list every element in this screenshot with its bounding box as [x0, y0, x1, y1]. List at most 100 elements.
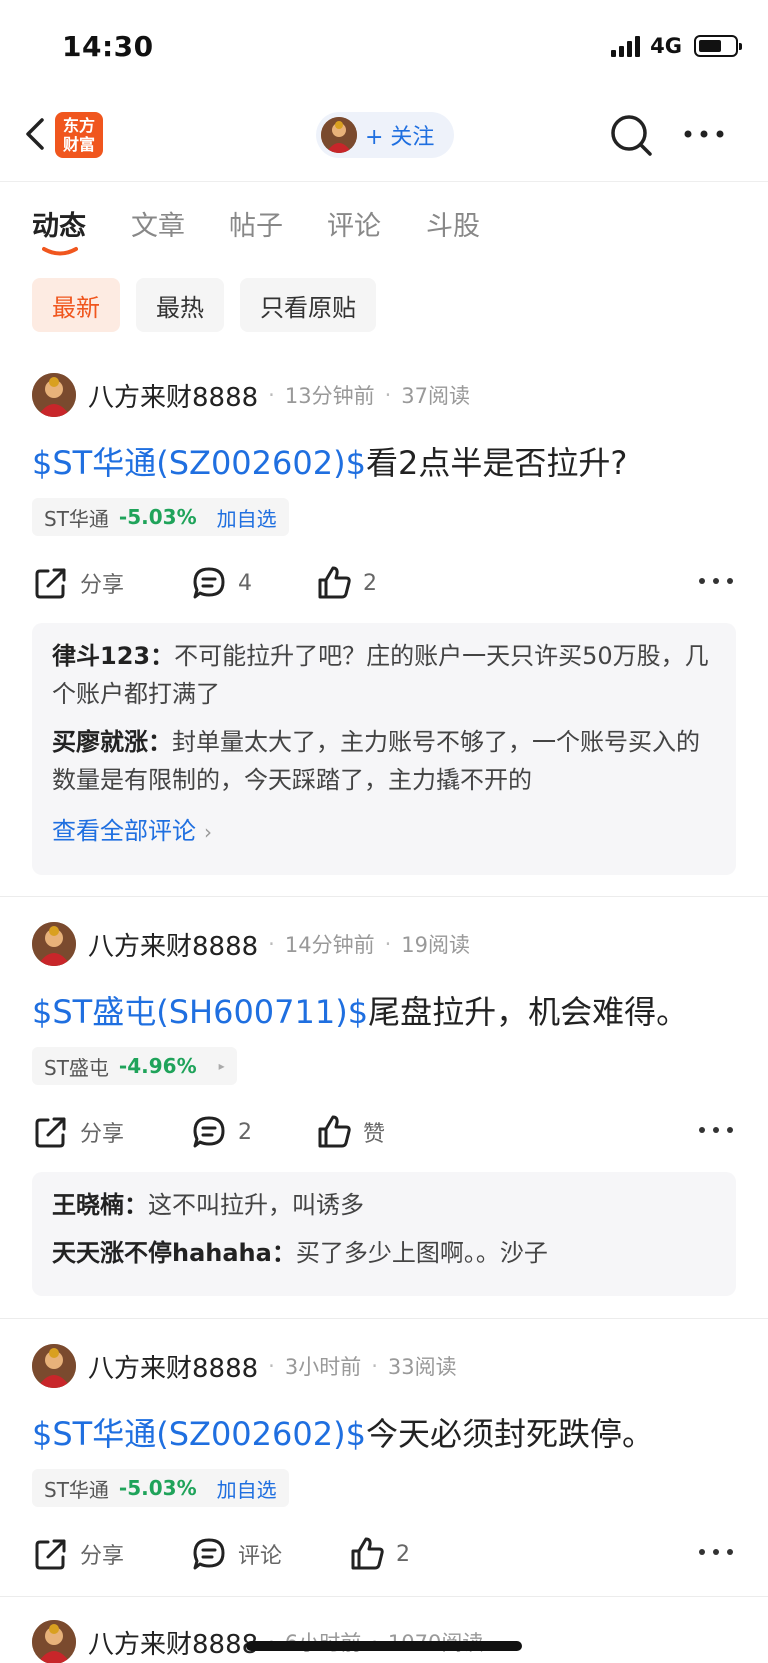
add-watchlist-button[interactable]: 加自选	[217, 1474, 277, 1503]
chevron-right-icon: ›	[204, 820, 212, 844]
stock-tag-link[interactable]: $ST华通(SZ002602)$	[32, 444, 366, 482]
like-count: 2	[363, 570, 377, 596]
share-icon	[35, 1117, 66, 1148]
comment-button[interactable]: 2	[190, 1110, 252, 1154]
status-icons: 4G	[611, 34, 742, 58]
comment-item[interactable]: 买廖就涨：封单量太大了，主力账号不够了，一个账号买入的数量是有限制的，今天踩踏了…	[52, 723, 716, 799]
avatar[interactable]	[32, 373, 76, 417]
signal-icon	[611, 35, 641, 57]
comment-button[interactable]: 评论	[190, 1532, 282, 1576]
author-name[interactable]: 八方来财8888	[88, 1348, 258, 1385]
author-name[interactable]: 八方来财8888	[88, 926, 258, 963]
like-button[interactable]: 2	[348, 1532, 410, 1576]
view-all-comments-link[interactable]: 查看全部评论 ›	[52, 811, 716, 846]
stock-quote-chip[interactable]: ST华通 -5.03% 加自选	[32, 498, 289, 536]
tab-tiezi[interactable]: 帖子	[229, 204, 283, 243]
share-icon	[35, 1539, 66, 1570]
share-label: 分享	[80, 1544, 125, 1569]
post-title[interactable]: $ST华通(SZ002602)$看2点半是否拉升?	[32, 438, 627, 484]
back-arrow-icon[interactable]	[18, 114, 58, 154]
thumbs-up-icon	[318, 1115, 351, 1148]
post-title-text: 今天必须封死跌停。	[365, 1415, 654, 1453]
follow-button[interactable]: + 关注	[316, 112, 454, 158]
comment-text: 这不叫拉升，叫诱多	[148, 1191, 364, 1219]
post-actions: 分享 4 2	[32, 561, 736, 605]
quote-change: -5.03%	[118, 505, 197, 529]
play-arrow-icon[interactable]: ▸	[219, 1059, 225, 1073]
comment-item[interactable]: 王晓楠：这不叫拉升，叫诱多	[52, 1186, 716, 1224]
post-time: 14分钟前	[284, 933, 375, 957]
battery-icon	[694, 35, 742, 57]
stock-tag-link[interactable]: $ST盛屯(SH600711)$	[32, 993, 368, 1031]
post-title[interactable]: $ST华通(SZ002602)$今天必须封死跌停。	[32, 1409, 654, 1455]
share-icon	[35, 568, 66, 599]
app-logo: 东方 财富	[55, 112, 103, 158]
post-actions: 分享 评论 2	[32, 1532, 736, 1576]
user-avatar	[321, 117, 357, 153]
tab-pinglun[interactable]: 评论	[327, 204, 381, 243]
stock-tag-link[interactable]: $ST华通(SZ002602)$	[32, 1415, 366, 1453]
comment-icon	[193, 1116, 225, 1148]
share-button[interactable]: 分享	[32, 561, 124, 605]
post-more-icon[interactable]	[696, 571, 736, 591]
avatar[interactable]	[32, 1344, 76, 1388]
post-title-text: 尾盘拉升，机会难得。	[368, 993, 689, 1031]
avatar[interactable]	[32, 922, 76, 966]
post-title[interactable]: $ST盛屯(SH600711)$尾盘拉升，机会难得。	[32, 987, 688, 1033]
comment-button[interactable]: 4	[190, 561, 252, 605]
post-author-row[interactable]: 八方来财8888 · 3小时前 · 33阅读	[32, 1344, 457, 1388]
post-more-icon[interactable]	[696, 1120, 736, 1140]
comment-item[interactable]: 天天涨不停hahaha：买了多少上图啊。。沙子	[52, 1234, 716, 1272]
comment-user[interactable]: 王晓楠	[52, 1191, 124, 1219]
share-label: 分享	[80, 1122, 125, 1147]
post-author-row[interactable]: 八方来财8888 · 14分钟前 · 19阅读	[32, 922, 470, 966]
quote-change: -4.96%	[118, 1054, 197, 1078]
tab-dongtai[interactable]: 动态	[32, 204, 86, 243]
like-button[interactable]: 赞	[315, 1110, 385, 1154]
comment-preview: 律斗123：不可能拉升了吧？庄的账户一天只许买50万股，几个账户都打满了 买廖就…	[32, 623, 736, 875]
network-label: 4G	[650, 34, 682, 58]
comment-label: 评论	[238, 1544, 283, 1569]
like-label: 赞	[363, 1122, 386, 1147]
comment-user[interactable]: 买廖就涨	[52, 728, 148, 756]
post-title-text: 看2点半是否拉升?	[365, 444, 628, 482]
stock-quote-chip[interactable]: ST华通 -5.03% 加自选	[32, 1469, 289, 1507]
add-watchlist-button[interactable]: 加自选	[217, 503, 277, 532]
share-button[interactable]: 分享	[32, 1532, 124, 1576]
read-count: 19阅读	[401, 933, 471, 957]
comment-count: 4	[238, 570, 252, 596]
tab-wenzhang[interactable]: 文章	[131, 204, 185, 243]
stock-quote-chip[interactable]: ST盛屯 -4.96% ▸	[32, 1047, 237, 1085]
comment-icon	[193, 567, 225, 599]
filter-bar: 最新 最热 只看原贴	[32, 278, 376, 332]
filter-original-only[interactable]: 只看原贴	[240, 278, 376, 332]
search-icon[interactable]	[608, 112, 656, 160]
thumbs-up-icon	[318, 566, 351, 599]
author-name[interactable]: 八方来财8888	[88, 1624, 258, 1661]
comment-icon	[193, 1538, 225, 1570]
post-more-icon[interactable]	[696, 1542, 736, 1562]
tab-dougu[interactable]: 斗股	[426, 204, 480, 243]
comment-text: 买了多少上图啊。。沙子	[295, 1239, 548, 1267]
comment-user[interactable]: 天天涨不停hahaha	[52, 1239, 272, 1267]
top-nav: 东方 财富 + 关注	[0, 100, 768, 182]
post-actions: 分享 2 赞	[32, 1110, 736, 1154]
post-time: 13分钟前	[284, 384, 375, 408]
avatar[interactable]	[32, 1620, 76, 1663]
home-indicator[interactable]	[246, 1641, 522, 1651]
more-options-icon[interactable]	[680, 122, 728, 146]
quote-name: ST华通	[44, 506, 109, 531]
comment-user[interactable]: 律斗123	[52, 642, 150, 670]
post-author-row[interactable]: 八方来财8888 · 13分钟前 · 37阅读	[32, 373, 470, 417]
tab-bar: 动态 文章 帖子 评论 斗股	[0, 200, 768, 256]
filter-hottest[interactable]: 最热	[136, 278, 224, 332]
active-tab-indicator	[42, 247, 78, 256]
like-button[interactable]: 2	[315, 561, 377, 605]
comment-preview: 王晓楠：这不叫拉升，叫诱多 天天涨不停hahaha：买了多少上图啊。。沙子	[32, 1172, 736, 1296]
filter-newest[interactable]: 最新	[32, 278, 120, 332]
quote-name: ST盛屯	[44, 1055, 109, 1080]
quote-change: -5.03%	[118, 1476, 197, 1500]
share-button[interactable]: 分享	[32, 1110, 124, 1154]
author-name[interactable]: 八方来财8888	[88, 377, 258, 414]
comment-item[interactable]: 律斗123：不可能拉升了吧？庄的账户一天只许买50万股，几个账户都打满了	[52, 637, 716, 713]
